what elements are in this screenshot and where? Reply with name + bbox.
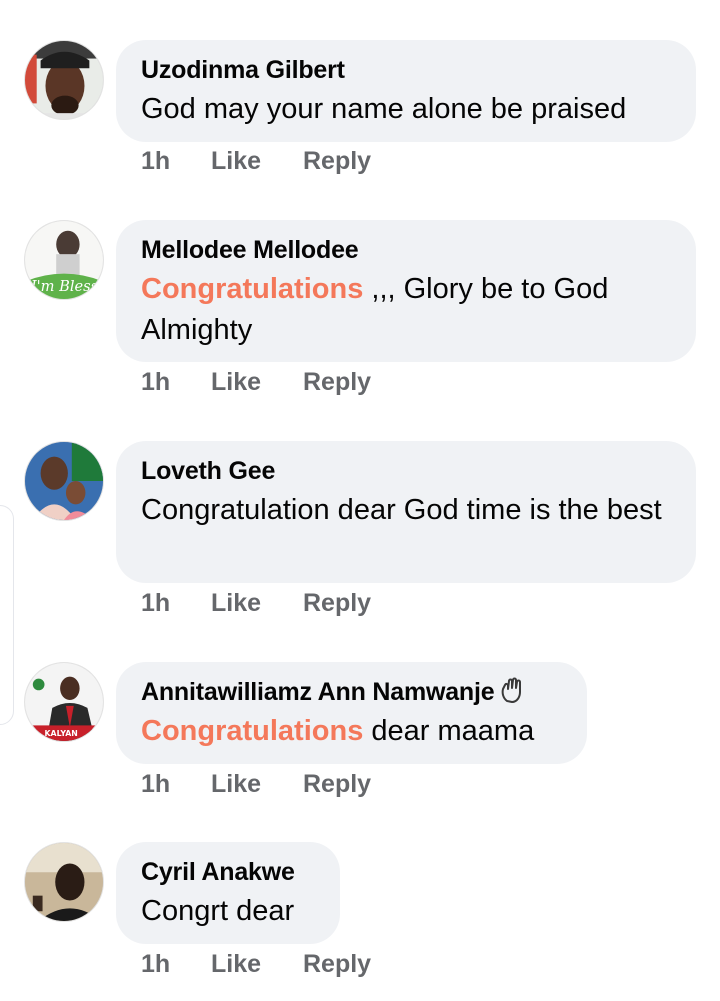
comment-time[interactable]: 1h <box>141 770 211 799</box>
reply-button[interactable]: Reply <box>303 589 371 618</box>
mention-tag[interactable]: Congratulations <box>141 273 363 305</box>
comment-time[interactable]: 1h <box>141 147 211 176</box>
avatar[interactable] <box>24 441 104 521</box>
comment-bubble: Cyril Anakwe Congrt dear <box>116 842 340 944</box>
comment-text: Congratulations ,,, Glory be to God Almi… <box>141 269 670 351</box>
profile-photo-mother-child <box>25 442 103 520</box>
reply-button[interactable]: Reply <box>303 770 371 799</box>
comment-body: Congratulation dear God time is the best <box>141 494 662 526</box>
comment-actions: 1h Like Reply <box>141 589 371 618</box>
comment-text: God may your name alone be praised <box>141 89 670 130</box>
comment-author[interactable]: Uzodinma Gilbert <box>141 55 670 85</box>
like-button[interactable]: Like <box>211 147 303 176</box>
comment-text: Congratulation dear God time is the best <box>141 490 670 531</box>
comment-actions: 1h Like Reply <box>141 770 371 799</box>
comment-author[interactable]: Mellodee Mellodee <box>141 235 670 265</box>
comment-actions: 1h Like Reply <box>141 147 371 176</box>
waving-hand-icon <box>500 677 524 703</box>
profile-photo-blessed: I'm Blessed <box>25 221 103 299</box>
like-button[interactable]: Like <box>211 368 303 397</box>
comment-time[interactable]: 1h <box>141 368 211 397</box>
profile-photo-campaign-poster: KALYAN <box>25 663 103 741</box>
like-button[interactable]: Like <box>211 770 303 799</box>
comment-text: Congratulations dear maama <box>141 711 561 752</box>
comment-author[interactable]: Cyril Anakwe <box>141 857 314 887</box>
profile-photo-man-cap <box>25 41 103 119</box>
comment-bubble: Annitawilliamz Ann Namwanje Congratulati… <box>116 662 587 764</box>
comment-thread: Uzodinma Gilbert God may your name alone… <box>0 0 720 1001</box>
comment-author-name[interactable]: Annitawilliamz Ann Namwanje <box>141 678 495 706</box>
side-panel-edge <box>0 505 14 725</box>
comment-actions: 1h Like Reply <box>141 368 371 397</box>
mention-tag[interactable]: Congratulations <box>141 715 363 747</box>
comment-body: God may your name alone be praised <box>141 93 627 125</box>
comment-author[interactable]: Loveth Gee <box>141 456 670 486</box>
profile-photo-man-indoor <box>25 843 103 921</box>
reply-button[interactable]: Reply <box>303 147 371 176</box>
comment-bubble: Mellodee Mellodee Congratulations ,,, Gl… <box>116 220 696 362</box>
avatar-caption: KALYAN <box>45 729 78 738</box>
comment-time[interactable]: 1h <box>141 950 211 979</box>
like-button[interactable]: Like <box>211 589 303 618</box>
comment-text: Congrt dear <box>141 891 314 932</box>
reply-button[interactable]: Reply <box>303 368 371 397</box>
like-button[interactable]: Like <box>211 950 303 979</box>
reply-button[interactable]: Reply <box>303 950 371 979</box>
avatar[interactable]: I'm Blessed <box>24 220 104 300</box>
avatar[interactable] <box>24 40 104 120</box>
comment-body: dear maama <box>363 715 535 747</box>
comment-bubble: Uzodinma Gilbert God may your name alone… <box>116 40 696 142</box>
avatar[interactable] <box>24 842 104 922</box>
comment-author: Annitawilliamz Ann Namwanje <box>141 677 561 707</box>
comment-body: Congrt dear <box>141 895 295 927</box>
avatar[interactable]: KALYAN <box>24 662 104 742</box>
comment-bubble: Loveth Gee Congratulation dear God time … <box>116 441 696 583</box>
comment-actions: 1h Like Reply <box>141 950 371 979</box>
avatar-caption: I'm Blessed <box>30 278 103 295</box>
comment-time[interactable]: 1h <box>141 589 211 618</box>
